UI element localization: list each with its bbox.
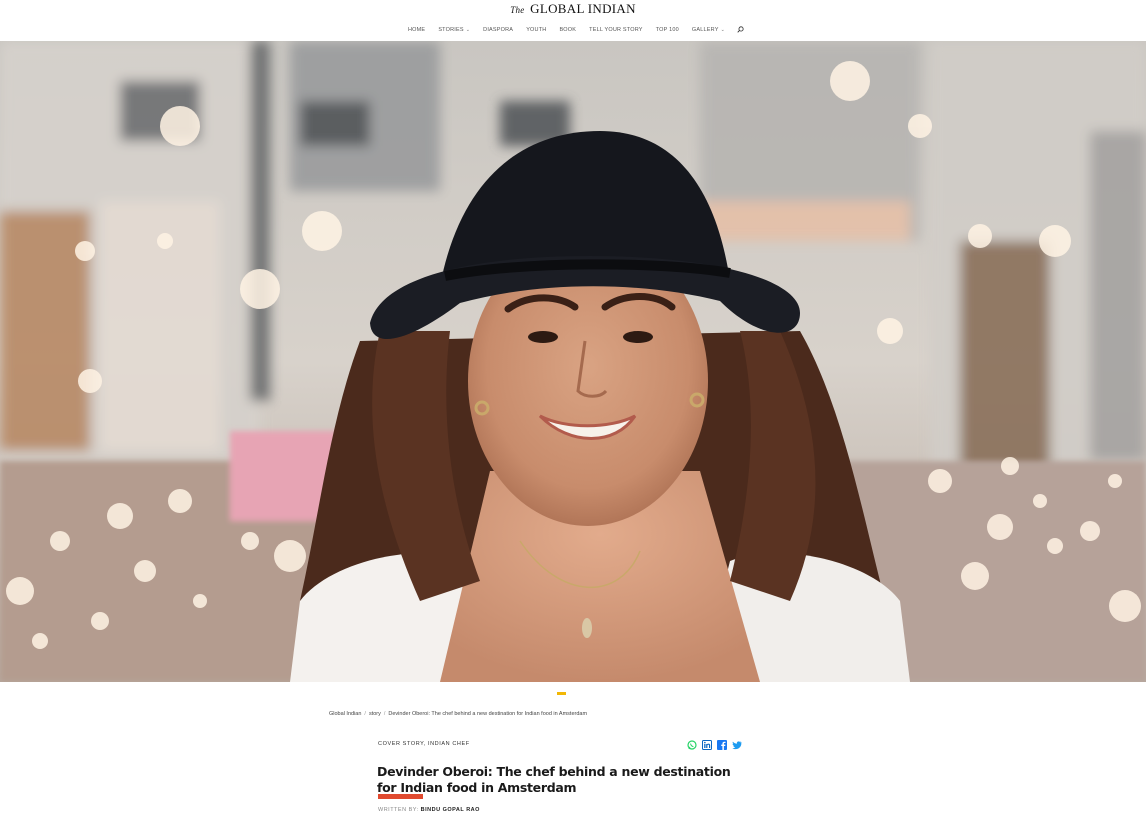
nav-item-label: TOP 100 [655,26,679,33]
breadcrumb-separator: / [383,711,386,717]
logo-the: The [510,5,525,15]
twitter-icon[interactable] [732,740,742,750]
nav-item-label: TELL YOUR STORY [589,26,643,33]
nav-item-diaspora[interactable]: DIASPORA [483,27,513,33]
byline-prefix: WRITTEN BY: [378,807,419,813]
site-header: The GLOBAL INDIAN HOME STORIES ⌄ DIASPORA… [0,0,1146,41]
nav-item-gallery[interactable]: GALLERY ⌄ [692,27,725,33]
chevron-down-icon: ⌄ [720,26,725,33]
main-nav: HOME STORIES ⌄ DIASPORA YOUTH BOOK TELL Y… [0,26,1146,33]
hero-illustration [0,41,1146,682]
article-byline: WRITTEN BY: BINDU GOPAL RAO [378,807,480,813]
nav-item-tell-your-story[interactable]: TELL YOUR STORY [589,27,643,33]
nav-item-top-100[interactable]: TOP 100 [656,27,679,33]
breadcrumb: Global Indian / story / Devinder Oberoi: The… [329,711,587,717]
nav-item-label: GALLERY [691,26,719,33]
nav-item-label: YOUTH [526,26,547,33]
nav-item-label: STORIES [438,26,464,33]
whatsapp-icon[interactable] [687,740,697,750]
article-title: Devinder Oberoi: The chef behind a new d… [377,764,731,796]
nav-item-home[interactable]: HOME [408,27,425,33]
nav-item-book[interactable]: BOOK [559,27,576,33]
search-icon[interactable] [737,26,745,33]
breadcrumb-separator: / [364,711,366,717]
logo-name: GLOBAL INDIAN [530,1,636,16]
nav-item-youth[interactable]: YOUTH [526,27,546,33]
author-link[interactable]: BINDU GOPAL RAO [421,807,480,813]
breadcrumb-story[interactable]: story [369,711,381,717]
share-bar [687,740,747,750]
nav-item-label: DIASPORA [483,26,514,33]
nav-item-stories[interactable]: STORIES ⌄ [438,27,470,33]
breadcrumb-home[interactable]: Global Indian [329,711,361,717]
nav-item-label: BOOK [559,26,577,33]
chevron-down-icon: ⌄ [465,26,471,33]
title-accent-bar [378,794,423,799]
site-logo[interactable]: The GLOBAL INDIAN [0,1,1146,18]
section-divider [557,692,566,695]
hero-photo [0,41,1146,682]
linkedin-icon[interactable] [702,740,712,750]
breadcrumb-current: Devinder Oberoi: The chef behind a new d… [388,711,588,717]
article-categories[interactable]: COVER STORY, INDIAN CHEF [378,741,470,747]
nav-item-label: HOME [408,26,426,33]
facebook-icon[interactable] [717,740,727,750]
